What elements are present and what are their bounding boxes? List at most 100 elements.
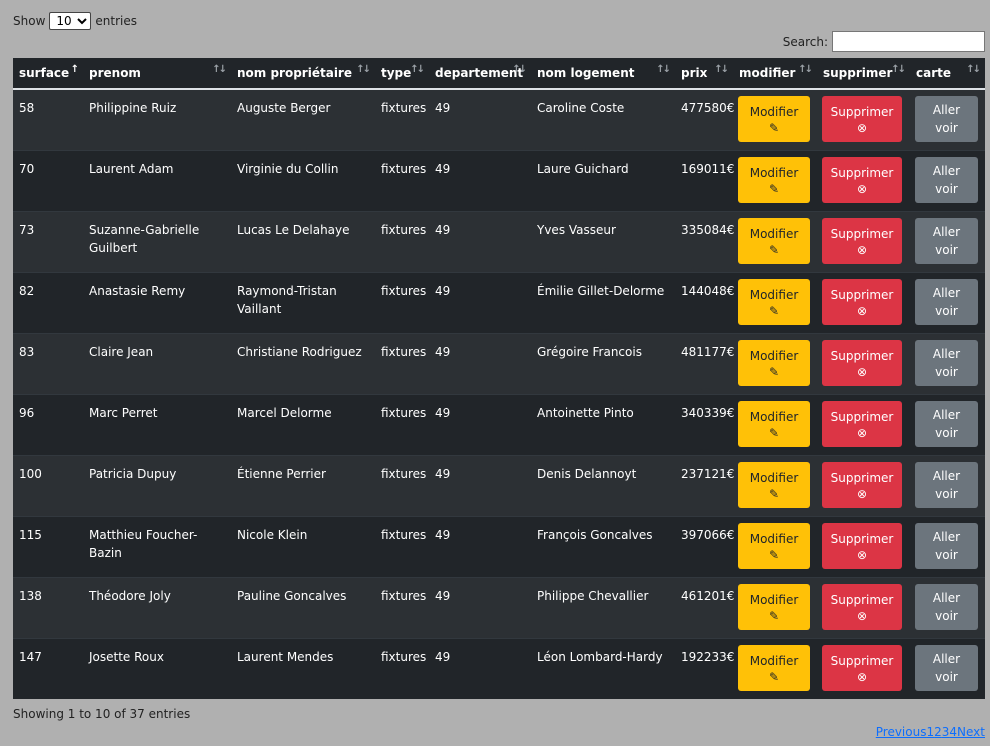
cell-surface: 96 xyxy=(13,394,83,456)
cell-modifier: Modifier ✎ xyxy=(733,394,817,456)
modifier-label: Modifier xyxy=(749,471,799,485)
modifier-button[interactable]: Modifier ✎ xyxy=(738,340,810,386)
modifier-button[interactable]: Modifier ✎ xyxy=(738,157,810,203)
sort-arrows-icon[interactable]: ↑↓ xyxy=(410,64,425,75)
sort-arrows-icon[interactable]: ↑↓ xyxy=(512,64,527,75)
column-header-nom-logement[interactable]: nom logement ↑↓ xyxy=(531,58,675,90)
column-header-label: nom propriétaire xyxy=(237,66,352,80)
aller-voir-button[interactable]: Aller voir xyxy=(915,401,978,447)
supprimer-button[interactable]: Supprimer ⊗ xyxy=(822,96,902,142)
aller-voir-button[interactable]: Aller voir xyxy=(915,218,978,264)
column-header-type[interactable]: type ↑↓ xyxy=(375,58,429,90)
cell-modifier: Modifier ✎ xyxy=(733,150,817,212)
aller-voir-button[interactable]: Aller voir xyxy=(915,340,978,386)
modifier-button[interactable]: Modifier ✎ xyxy=(738,401,810,447)
sort-arrows-icon[interactable]: ↑ xyxy=(71,64,80,75)
search-input[interactable] xyxy=(832,31,985,52)
cell-surface: 138 xyxy=(13,577,83,639)
pagination-4[interactable]: 4 xyxy=(949,725,957,739)
cell-type: fixtures xyxy=(375,211,429,273)
pagination-next[interactable]: Next xyxy=(957,725,985,739)
pagination-previous[interactable]: Previous xyxy=(876,725,927,739)
cell-logement: Émilie Gillet-Delorme xyxy=(531,272,675,334)
modifier-button[interactable]: Modifier ✎ xyxy=(738,584,810,630)
cell-prenom: Philippine Ruiz xyxy=(83,88,231,151)
supprimer-button[interactable]: Supprimer ⊗ xyxy=(822,523,902,569)
supprimer-button[interactable]: Supprimer ⊗ xyxy=(822,584,902,630)
pagination-3[interactable]: 3 xyxy=(942,725,950,739)
circle-x-icon: ⊗ xyxy=(856,609,868,623)
modifier-button[interactable]: Modifier ✎ xyxy=(738,279,810,325)
column-header-nom-propriétaire[interactable]: nom propriétaire ↑↓ xyxy=(231,58,375,90)
modifier-button[interactable]: Modifier ✎ xyxy=(738,462,810,508)
entries-length-control: Show 10 entries xyxy=(13,12,137,30)
modifier-label: Modifier xyxy=(749,227,799,241)
column-header-supprimer[interactable]: supprimer ↑↓ xyxy=(817,58,910,90)
modifier-button[interactable]: Modifier ✎ xyxy=(738,96,810,142)
aller-voir-button[interactable]: Aller voir xyxy=(915,645,978,691)
supprimer-button[interactable]: Supprimer ⊗ xyxy=(822,218,902,264)
modifier-label: Modifier xyxy=(749,288,799,302)
cell-modifier: Modifier ✎ xyxy=(733,211,817,273)
column-header-prix[interactable]: prix ↑↓ xyxy=(675,58,733,90)
cell-prenom: Claire Jean xyxy=(83,333,231,395)
table-info: Showing 1 to 10 of 37 entries xyxy=(13,707,191,721)
supprimer-button[interactable]: Supprimer ⊗ xyxy=(822,157,902,203)
aller-voir-button[interactable]: Aller voir xyxy=(915,157,978,203)
cell-type: fixtures xyxy=(375,516,429,578)
pagination-1[interactable]: 1 xyxy=(926,725,934,739)
supprimer-button[interactable]: Supprimer ⊗ xyxy=(822,279,902,325)
supprimer-button[interactable]: Supprimer ⊗ xyxy=(822,645,902,691)
sort-arrows-icon[interactable]: ↑↓ xyxy=(798,64,813,75)
cell-modifier: Modifier ✎ xyxy=(733,88,817,151)
column-header-departement[interactable]: departement ↑↓ xyxy=(429,58,531,90)
aller-voir-button[interactable]: Aller voir xyxy=(915,279,978,325)
supprimer-button[interactable]: Supprimer ⊗ xyxy=(822,401,902,447)
modifier-button[interactable]: Modifier ✎ xyxy=(738,645,810,691)
cell-logement: Laure Guichard xyxy=(531,150,675,212)
cell-prenom: Patricia Dupuy xyxy=(83,455,231,517)
sort-arrows-icon[interactable]: ↑↓ xyxy=(966,64,981,75)
entries-select[interactable]: 10 xyxy=(49,12,92,30)
aller-voir-button[interactable]: Aller voir xyxy=(915,523,978,569)
circle-x-icon: ⊗ xyxy=(856,121,868,135)
column-header-surface[interactable]: surface ↑ xyxy=(13,58,83,90)
circle-x-icon: ⊗ xyxy=(856,243,868,257)
cell-surface: 73 xyxy=(13,211,83,273)
cell-surface: 82 xyxy=(13,272,83,334)
cell-surface: 83 xyxy=(13,333,83,395)
cell-supprimer: Supprimer ⊗ xyxy=(817,272,910,334)
cell-carte: Aller voir xyxy=(910,150,985,212)
cell-surface: 58 xyxy=(13,88,83,151)
supprimer-label: Supprimer xyxy=(830,410,894,424)
cell-logement: Grégoire Francois xyxy=(531,333,675,395)
cell-supprimer: Supprimer ⊗ xyxy=(817,455,910,517)
column-header-modifier[interactable]: modifier ↑↓ xyxy=(733,58,817,90)
supprimer-button[interactable]: Supprimer ⊗ xyxy=(822,462,902,508)
aller-voir-button[interactable]: Aller voir xyxy=(915,96,978,142)
cell-surface: 147 xyxy=(13,638,83,699)
sort-arrows-icon[interactable]: ↑↓ xyxy=(356,64,371,75)
pagination-2[interactable]: 2 xyxy=(934,725,942,739)
cell-supprimer: Supprimer ⊗ xyxy=(817,516,910,578)
aller-voir-button[interactable]: Aller voir xyxy=(915,462,978,508)
supprimer-button[interactable]: Supprimer ⊗ xyxy=(822,340,902,386)
aller-voir-button[interactable]: Aller voir xyxy=(915,584,978,630)
cell-logement: Léon Lombard-Hardy xyxy=(531,638,675,699)
column-header-carte[interactable]: carte ↑↓ xyxy=(910,58,985,90)
circle-x-icon: ⊗ xyxy=(856,670,868,684)
edit-icon: ✎ xyxy=(768,304,780,318)
cell-proprietaire: Raymond-Tristan Vaillant xyxy=(231,272,375,334)
cell-type: fixtures xyxy=(375,638,429,699)
sort-arrows-icon[interactable]: ↑↓ xyxy=(714,64,729,75)
supprimer-label: Supprimer xyxy=(830,105,894,119)
modifier-button[interactable]: Modifier ✎ xyxy=(738,523,810,569)
sort-arrows-icon[interactable]: ↑↓ xyxy=(891,64,906,75)
voir-label: voir xyxy=(935,365,958,379)
sort-arrows-icon[interactable]: ↑↓ xyxy=(656,64,671,75)
modifier-button[interactable]: Modifier ✎ xyxy=(738,218,810,264)
cell-modifier: Modifier ✎ xyxy=(733,333,817,395)
sort-arrows-icon[interactable]: ↑↓ xyxy=(212,64,227,75)
edit-icon: ✎ xyxy=(768,426,780,440)
column-header-prenom[interactable]: prenom ↑↓ xyxy=(83,58,231,90)
